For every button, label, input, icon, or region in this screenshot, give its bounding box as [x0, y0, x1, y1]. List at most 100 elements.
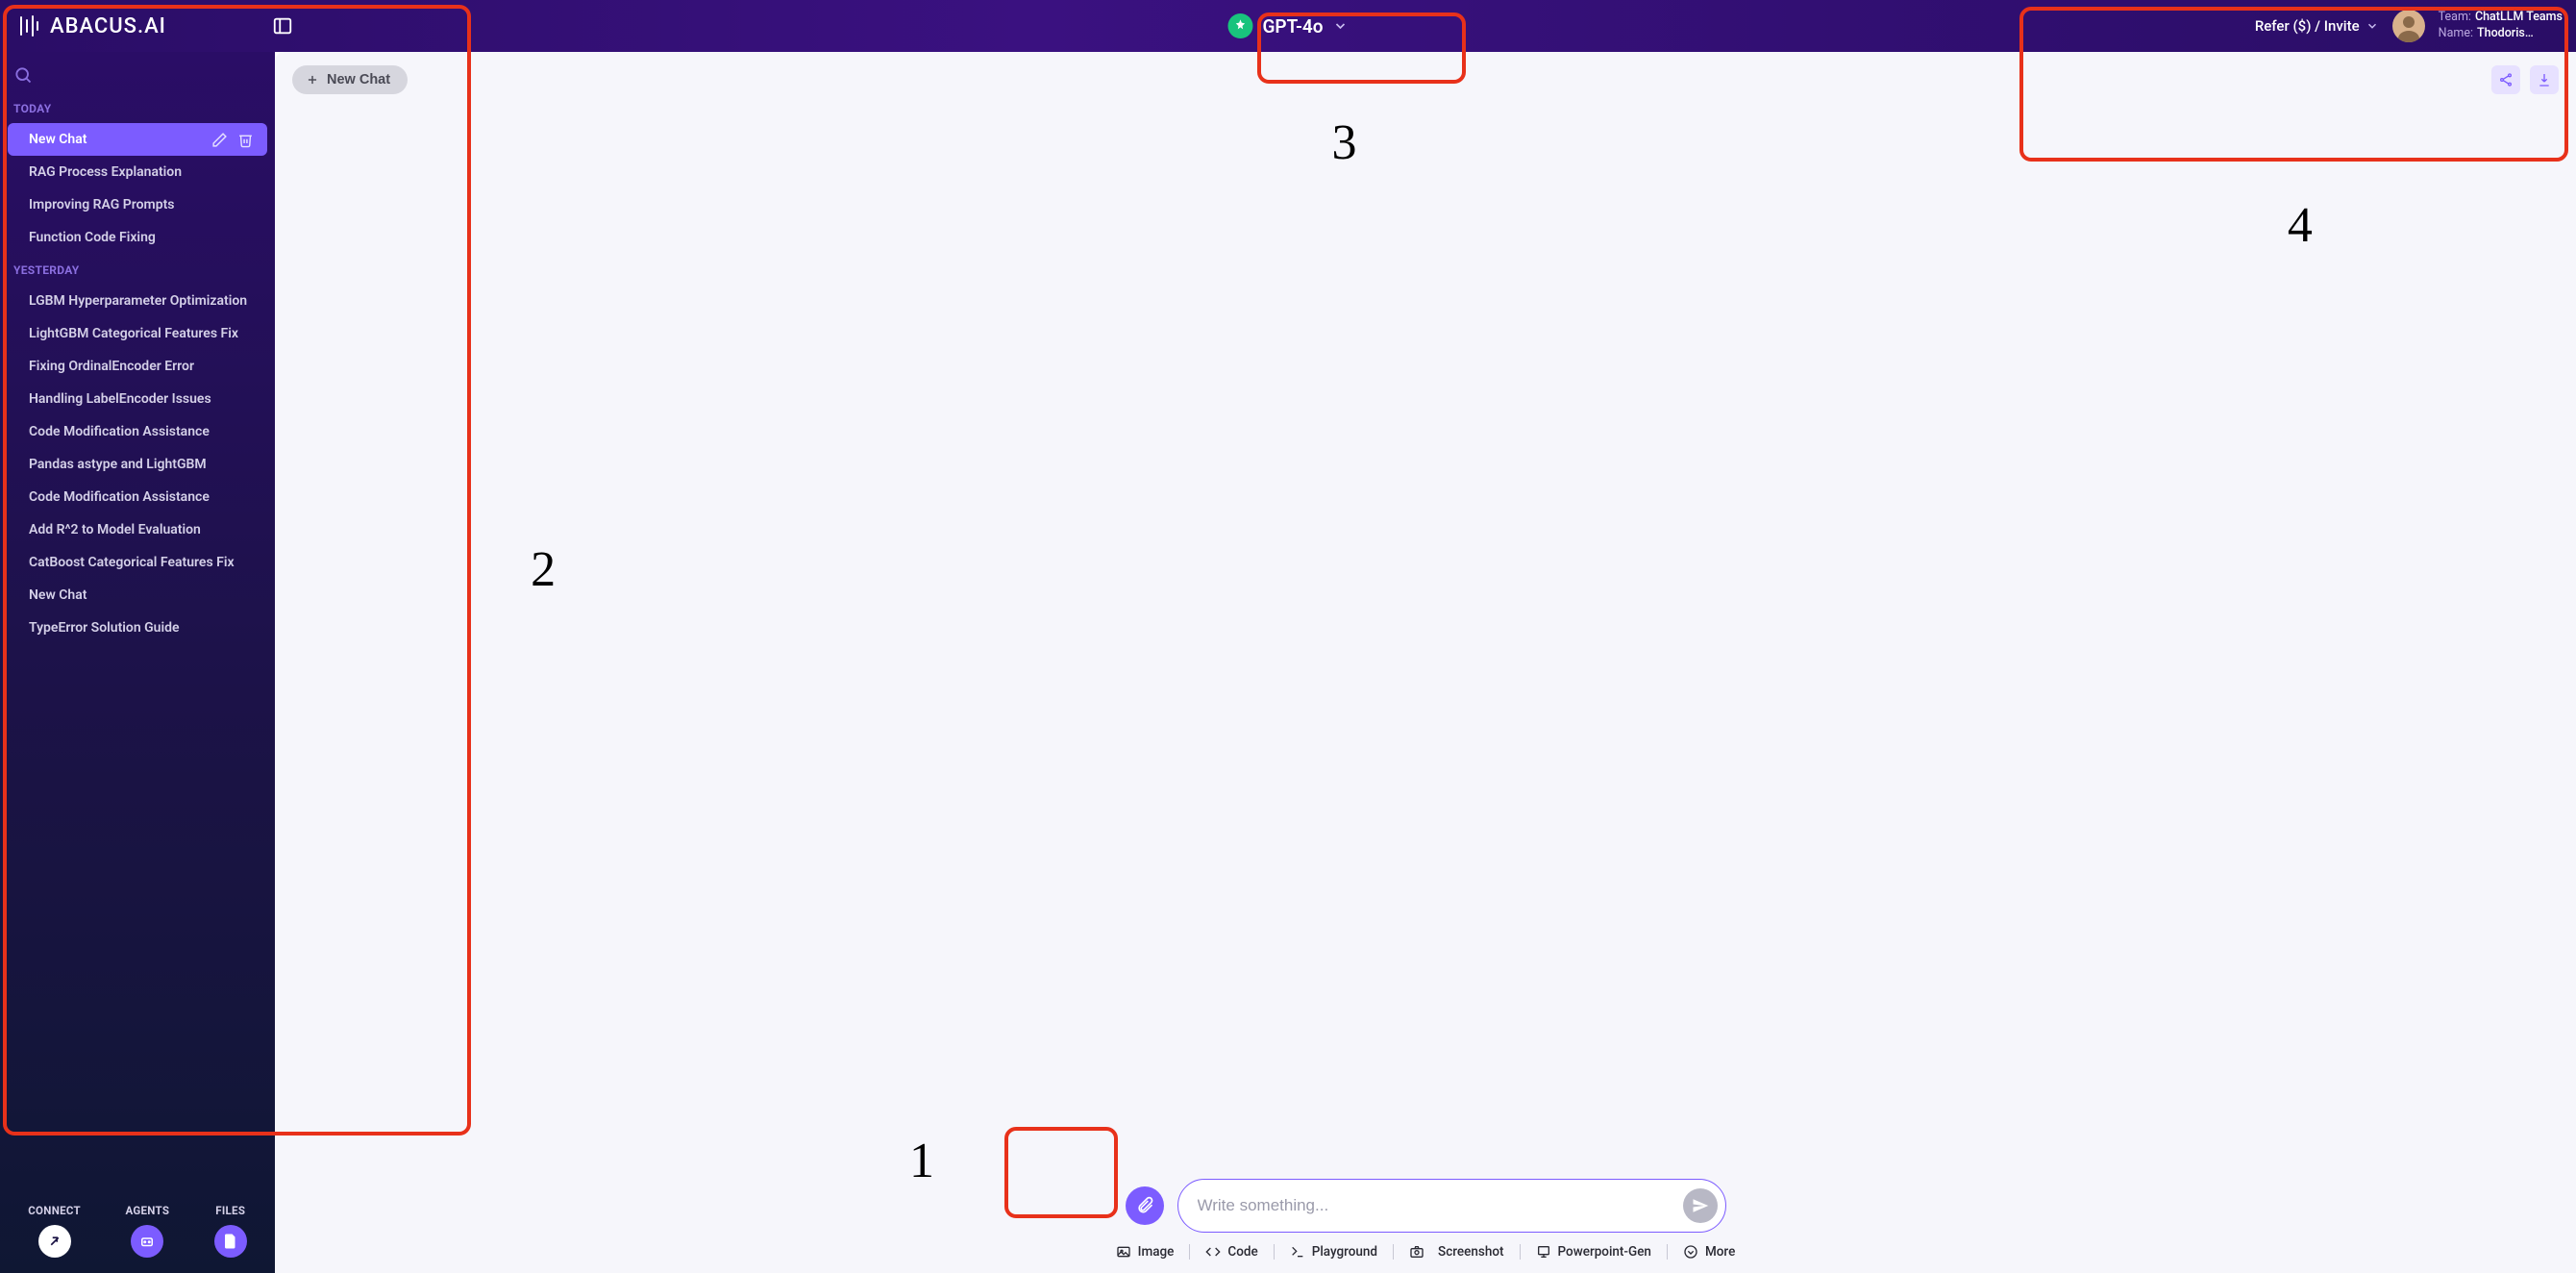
chat-item[interactable]: Fixing OrdinalEncoder Error — [8, 350, 267, 383]
chat-body — [275, 108, 2576, 1179]
refer-label: Refer ($) / Invite — [2255, 17, 2360, 35]
tool-row: Image Code Playground Screenshot — [1101, 1244, 1751, 1260]
chat-item[interactable]: LightGBM Categorical Features Fix — [8, 317, 267, 350]
tool-screenshot[interactable]: Screenshot — [1394, 1244, 1519, 1260]
new-chat-button[interactable]: New Chat — [292, 65, 408, 94]
send-icon — [1692, 1197, 1709, 1214]
chat-item-label: Pandas astype and LightGBM — [29, 457, 254, 472]
tool-label: Image — [1138, 1244, 1175, 1260]
chat-item-label: LGBM Hyperparameter Optimization — [29, 293, 254, 309]
plus-icon — [306, 73, 319, 87]
attach-button[interactable] — [1126, 1186, 1164, 1225]
logo[interactable]: ABACUS.AI — [13, 12, 166, 39]
new-chat-label: New Chat — [327, 72, 390, 87]
chat-item[interactable]: Function Code Fixing — [8, 221, 267, 254]
chat-item-new-chat[interactable]: New Chat — [8, 123, 267, 156]
chevron-down-circle-icon — [1683, 1244, 1698, 1260]
image-icon — [1116, 1244, 1131, 1260]
team-value: ChatLLM Teams — [2475, 10, 2563, 26]
tool-code[interactable]: Code — [1190, 1244, 1273, 1260]
chat-item[interactable]: Improving RAG Prompts — [8, 188, 267, 221]
trash-icon[interactable] — [237, 132, 254, 148]
sidebar-collapse-icon[interactable] — [272, 15, 293, 37]
tool-powerpoint[interactable]: Powerpoint-Gen — [1521, 1244, 1667, 1260]
logo-text: ABACUS.AI — [50, 14, 166, 38]
tool-image[interactable]: Image — [1101, 1244, 1190, 1260]
chat-item[interactable]: TypeError Solution Guide — [8, 612, 267, 644]
tool-label: More — [1705, 1244, 1735, 1260]
logo-mark-icon — [15, 12, 42, 39]
download-button[interactable] — [2530, 65, 2559, 94]
footer-files-label: FILES — [215, 1204, 245, 1217]
plug-icon — [46, 1233, 63, 1250]
chat-item[interactable]: Handling LabelEncoder Issues — [8, 383, 267, 415]
user-meta: Team:ChatLLM Teams Name:Thodoris… — [2439, 10, 2563, 42]
files-button[interactable] — [214, 1225, 247, 1258]
sidebar-footer: CONNECT AGENTS FILES — [0, 1194, 275, 1273]
tool-more[interactable]: More — [1668, 1244, 1750, 1260]
connect-button[interactable] — [38, 1225, 71, 1258]
search-icon — [13, 65, 33, 85]
chat-item[interactable]: CatBoost Categorical Features Fix — [8, 546, 267, 579]
name-label: Name: — [2439, 26, 2473, 42]
team-label: Team: — [2439, 10, 2471, 26]
annot-num-3: 3 — [1332, 114, 1357, 171]
chat-item-label: New Chat — [29, 132, 211, 147]
sidebar: TODAY New Chat RAG Process Explanation I… — [0, 52, 275, 1273]
chat-input[interactable] — [1198, 1196, 1683, 1215]
chat-item-label: Improving RAG Prompts — [29, 197, 254, 212]
footer-connect-label: CONNECT — [28, 1204, 81, 1217]
chat-item[interactable]: Add R^2 to Model Evaluation — [8, 513, 267, 546]
download-icon — [2537, 72, 2552, 87]
chat-item-label: Code Modification Assistance — [29, 424, 254, 439]
chat-item-label: Code Modification Assistance — [29, 489, 254, 505]
bot-icon — [138, 1233, 156, 1250]
chat-item[interactable]: Code Modification Assistance — [8, 415, 267, 448]
input-area: Image Code Playground Screenshot — [275, 1179, 2576, 1273]
chat-history: TODAY New Chat RAG Process Explanation I… — [0, 92, 275, 1194]
chat-item-label: Add R^2 to Model Evaluation — [29, 522, 254, 537]
main-pane: New Chat — [275, 52, 2576, 1273]
chat-item-label: CatBoost Categorical Features Fix — [29, 555, 254, 570]
share-icon — [2498, 72, 2514, 87]
presentation-icon — [1536, 1244, 1551, 1260]
chat-item[interactable]: LGBM Hyperparameter Optimization — [8, 285, 267, 317]
model-selector[interactable]: GPT-4o — [1216, 10, 1359, 42]
chat-item-label: Handling LabelEncoder Issues — [29, 391, 254, 407]
code-icon — [1205, 1244, 1221, 1260]
chat-item-label: New Chat — [29, 587, 254, 603]
tool-playground[interactable]: Playground — [1275, 1244, 1393, 1260]
openai-icon — [1227, 13, 1252, 38]
chevron-down-icon — [1333, 18, 1349, 34]
section-yesterday: YESTERDAY — [0, 254, 275, 285]
refer-invite-button[interactable]: Refer ($) / Invite — [2255, 17, 2379, 35]
camera-icon — [1409, 1244, 1424, 1260]
model-name: GPT-4o — [1262, 15, 1323, 37]
name-value: Thodoris… — [2477, 26, 2534, 42]
annot-num-1: 1 — [909, 1133, 934, 1189]
annot-num-4: 4 — [2288, 197, 2313, 254]
share-button[interactable] — [2491, 65, 2520, 94]
topbar: ABACUS.AI GPT-4o Refer ($) / Invite Team… — [0, 0, 2576, 52]
chat-item[interactable]: RAG Process Explanation — [8, 156, 267, 188]
sidebar-search[interactable] — [0, 52, 275, 92]
avatar[interactable] — [2392, 10, 2425, 42]
terminal-icon — [1290, 1244, 1305, 1260]
send-button[interactable] — [1683, 1188, 1718, 1223]
chat-item[interactable]: Code Modification Assistance — [8, 481, 267, 513]
chat-item-label: Fixing OrdinalEncoder Error — [29, 359, 254, 374]
tool-label: Code — [1227, 1244, 1257, 1260]
chat-item-label: RAG Process Explanation — [29, 164, 254, 180]
chat-input-wrap — [1177, 1179, 1726, 1233]
tool-label: Powerpoint-Gen — [1558, 1244, 1651, 1260]
tool-label: Screenshot — [1438, 1244, 1503, 1260]
chat-item-label: Function Code Fixing — [29, 230, 254, 245]
section-today: TODAY — [0, 92, 275, 123]
tool-label: Playground — [1312, 1244, 1377, 1260]
footer-agents-label: AGENTS — [125, 1204, 169, 1217]
chat-item[interactable]: Pandas astype and LightGBM — [8, 448, 267, 481]
chat-item-label: TypeError Solution Guide — [29, 620, 254, 636]
agents-button[interactable] — [131, 1225, 163, 1258]
chat-item[interactable]: New Chat — [8, 579, 267, 612]
edit-icon[interactable] — [211, 132, 228, 148]
